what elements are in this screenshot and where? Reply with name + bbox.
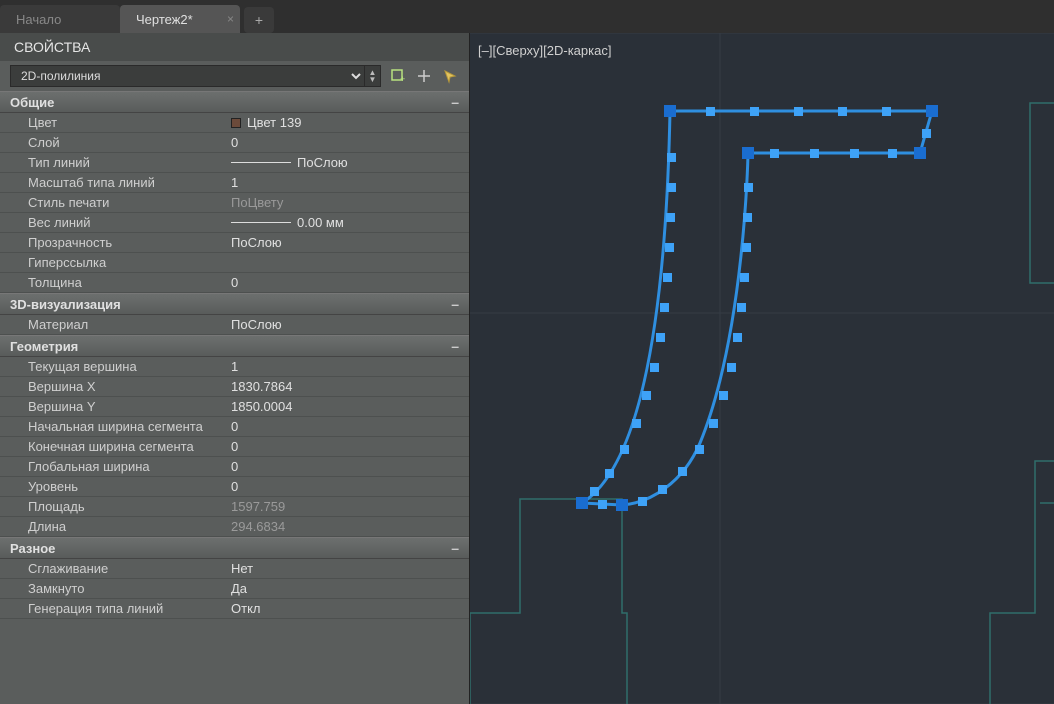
prop-plotstyle[interactable]: Стиль печатиПоЦвету — [0, 193, 469, 213]
section-header-misc[interactable]: Разное – — [0, 537, 469, 559]
prop-ltscale[interactable]: Масштаб типа линий1 — [0, 173, 469, 193]
panel-toolbar: 2D-полилиния ▲▼ + — [0, 61, 469, 91]
section-3dvisualization: 3D-визуализация – МатериалПоСлою — [0, 293, 469, 335]
polyline-midpoint-grips[interactable] — [590, 107, 931, 509]
section-misc: Разное – СглаживаниеНет ЗамкнутоДа Генер… — [0, 537, 469, 619]
tab-drawing2[interactable]: Чертеж2* × — [120, 5, 240, 33]
color-swatch-icon — [231, 118, 241, 128]
prop-thickness[interactable]: Толщина0 — [0, 273, 469, 293]
background-geometry — [470, 103, 1054, 704]
collapse-icon[interactable]: – — [451, 540, 459, 556]
drawing-canvas[interactable]: [–][Сверху][2D-каркас] — [470, 33, 1054, 704]
new-tab-button[interactable]: + — [244, 7, 274, 33]
section-title: 3D-визуализация — [10, 297, 121, 312]
prop-hyperlink[interactable]: Гиперссылка — [0, 253, 469, 273]
selector-stepper[interactable]: ▲▼ — [365, 65, 381, 87]
collapse-icon[interactable]: – — [451, 296, 459, 312]
document-tabs: Начало Чертеж2* × + — [0, 0, 1054, 33]
prop-length: Длина294.6834 — [0, 517, 469, 537]
prop-elevation[interactable]: Уровень0 — [0, 477, 469, 497]
select-objects-icon[interactable] — [441, 67, 459, 85]
tab-label: Чертеж2* — [136, 12, 193, 27]
prop-transparency[interactable]: ПрозрачностьПоСлою — [0, 233, 469, 253]
linetype-sample-icon — [231, 162, 291, 163]
section-header-general[interactable]: Общие – — [0, 91, 469, 113]
tab-label: Начало — [16, 12, 61, 27]
prop-lineweight[interactable]: Вес линий0.00 мм — [0, 213, 469, 233]
prop-current-vertex[interactable]: Текущая вершина1 — [0, 357, 469, 377]
section-header-3dviz[interactable]: 3D-визуализация – — [0, 293, 469, 315]
prop-vertex-y[interactable]: Вершина Y1850.0004 — [0, 397, 469, 417]
prop-color[interactable]: Цвет Цвет 139 — [0, 113, 469, 133]
section-geometry: Геометрия – Текущая вершина1 Вершина X18… — [0, 335, 469, 537]
section-title: Общие — [10, 95, 54, 110]
collapse-icon[interactable]: – — [451, 94, 459, 110]
panel-title: СВОЙСТВА — [0, 33, 469, 61]
section-title: Геометрия — [10, 339, 78, 354]
drawing-area[interactable] — [470, 33, 1054, 704]
properties-panel: СВОЙСТВА 2D-полилиния ▲▼ + — [0, 33, 470, 704]
prop-material[interactable]: МатериалПоСлою — [0, 315, 469, 335]
section-general: Общие – Цвет Цвет 139 Слой0 Тип линийПоС… — [0, 91, 469, 293]
prop-layer[interactable]: Слой0 — [0, 133, 469, 153]
quick-select-icon[interactable] — [415, 67, 433, 85]
toggle-pim-icon[interactable]: + — [389, 67, 407, 85]
prop-closed[interactable]: ЗамкнутоДа — [0, 579, 469, 599]
section-header-geometry[interactable]: Геометрия – — [0, 335, 469, 357]
section-title: Разное — [10, 541, 55, 556]
object-type-selector[interactable]: 2D-полилиния ▲▼ — [10, 65, 381, 87]
prop-fit-smooth[interactable]: СглаживаниеНет — [0, 559, 469, 579]
prop-area: Площадь1597.759 — [0, 497, 469, 517]
polyline-grips[interactable] — [576, 105, 938, 511]
collapse-icon[interactable]: – — [451, 338, 459, 354]
svg-text:+: + — [400, 74, 405, 84]
tab-start[interactable]: Начало — [0, 5, 120, 33]
prop-start-seg-width[interactable]: Начальная ширина сегмента0 — [0, 417, 469, 437]
lineweight-sample-icon — [231, 222, 291, 223]
prop-global-width[interactable]: Глобальная ширина0 — [0, 457, 469, 477]
selected-polyline[interactable] — [576, 105, 938, 511]
prop-vertex-x[interactable]: Вершина X1830.7864 — [0, 377, 469, 397]
close-icon[interactable]: × — [227, 12, 234, 26]
object-type-select[interactable]: 2D-полилиния — [10, 65, 365, 87]
prop-linetype[interactable]: Тип линийПоСлою — [0, 153, 469, 173]
prop-linetype-gen[interactable]: Генерация типа линийОткл — [0, 599, 469, 619]
prop-end-seg-width[interactable]: Конечная ширина сегмента0 — [0, 437, 469, 457]
